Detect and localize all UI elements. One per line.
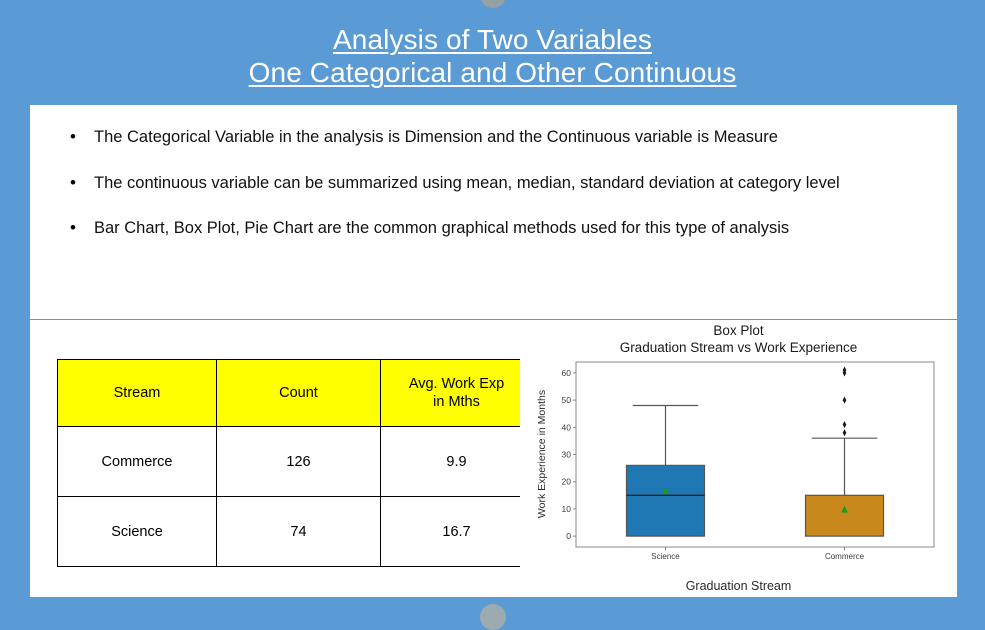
list-item: • The continuous variable can be summari… [64,171,923,196]
y-axis-tick-label: 0 [566,531,571,541]
decorative-circle-bottom [479,604,506,630]
table-cell-count: 126 [216,426,381,497]
table-header-stream: Stream [57,359,217,427]
chart-subtitle: Graduation Stream vs Work Experience [619,339,858,355]
table-header-avg-line1: Avg. Work Exp [408,375,505,392]
bullet-marker-icon: • [70,127,76,146]
table-cell-count: 74 [216,496,381,567]
x-axis-tick-label: Commerce [825,552,865,561]
bullet-marker-icon: • [70,218,76,238]
decorative-circle-top [479,0,506,8]
table-header-row: Stream Count Avg. Work Exp in Mths [57,359,533,427]
page-title-line-1: Analysis of Two Variables [333,24,652,55]
y-axis-tick-label: 20 [562,477,572,487]
chart-plot-area: 0 10 20 30 40 50 60 Science Commerce [562,361,935,561]
bullet-marker-icon: • [70,172,76,192]
table-header-avg-work-exp: Avg. Work Exp in Mths [380,359,533,427]
bullet-list: • The Categorical Variable in the analys… [30,105,957,241]
y-axis-tick-label: 30 [562,450,572,460]
table-header-avg-line2: in Mths [433,394,480,410]
chart-title: Box Plot Graduation Stream vs Work Exper… [520,323,957,357]
table-row: Commerce 126 9.9 [57,426,533,497]
bullet-text: Bar Chart, Box Plot, Pie Chart are the c… [94,219,790,238]
chart-y-axis-label: Work Experience in Months [536,389,548,519]
summary-table: Stream Count Avg. Work Exp in Mths Comme… [57,359,533,567]
lower-content-area: Stream Count Avg. Work Exp in Mths Comme… [30,320,957,597]
table-cell-avg-work-exp: 9.9 [380,426,533,497]
x-axis-tick-label: Science [651,552,680,561]
chart-x-axis-label: Graduation Stream [685,579,792,593]
y-axis-tick-label: 10 [562,504,572,514]
page-title-line-2: One Categorical and Other Continuous [248,56,737,88]
table-header-stream-label: Stream [113,384,161,401]
table-row: Science 74 16.7 [57,496,533,567]
box-rect [804,494,885,537]
y-axis-tick-label: 40 [562,422,572,432]
table-cell-stream: Commerce [57,426,217,497]
bullet-text: The Categorical Variable in the analysis… [94,128,778,146]
table-cell-stream: Science [57,496,217,567]
table-cell-avg-work-exp: 16.7 [380,496,533,567]
page-title: Analysis of Two Variables One Categorica… [0,24,985,90]
table-header-count-label: Count [279,384,318,401]
list-item: • Bar Chart, Box Plot, Pie Chart are the… [64,216,923,241]
bullet-text: The continuous variable can be summarize… [94,173,840,192]
y-axis-tick-label: 60 [562,368,572,378]
content-card: • The Categorical Variable in the analys… [30,105,957,597]
box-plot-chart: Box Plot Graduation Stream vs Work Exper… [520,320,957,597]
y-axis-tick-label: 50 [562,395,572,405]
table-header-count: Count [216,359,381,427]
list-item: • The Categorical Variable in the analys… [64,125,923,150]
chart-title-main: Box Plot [713,323,764,338]
box-rect [625,464,706,537]
